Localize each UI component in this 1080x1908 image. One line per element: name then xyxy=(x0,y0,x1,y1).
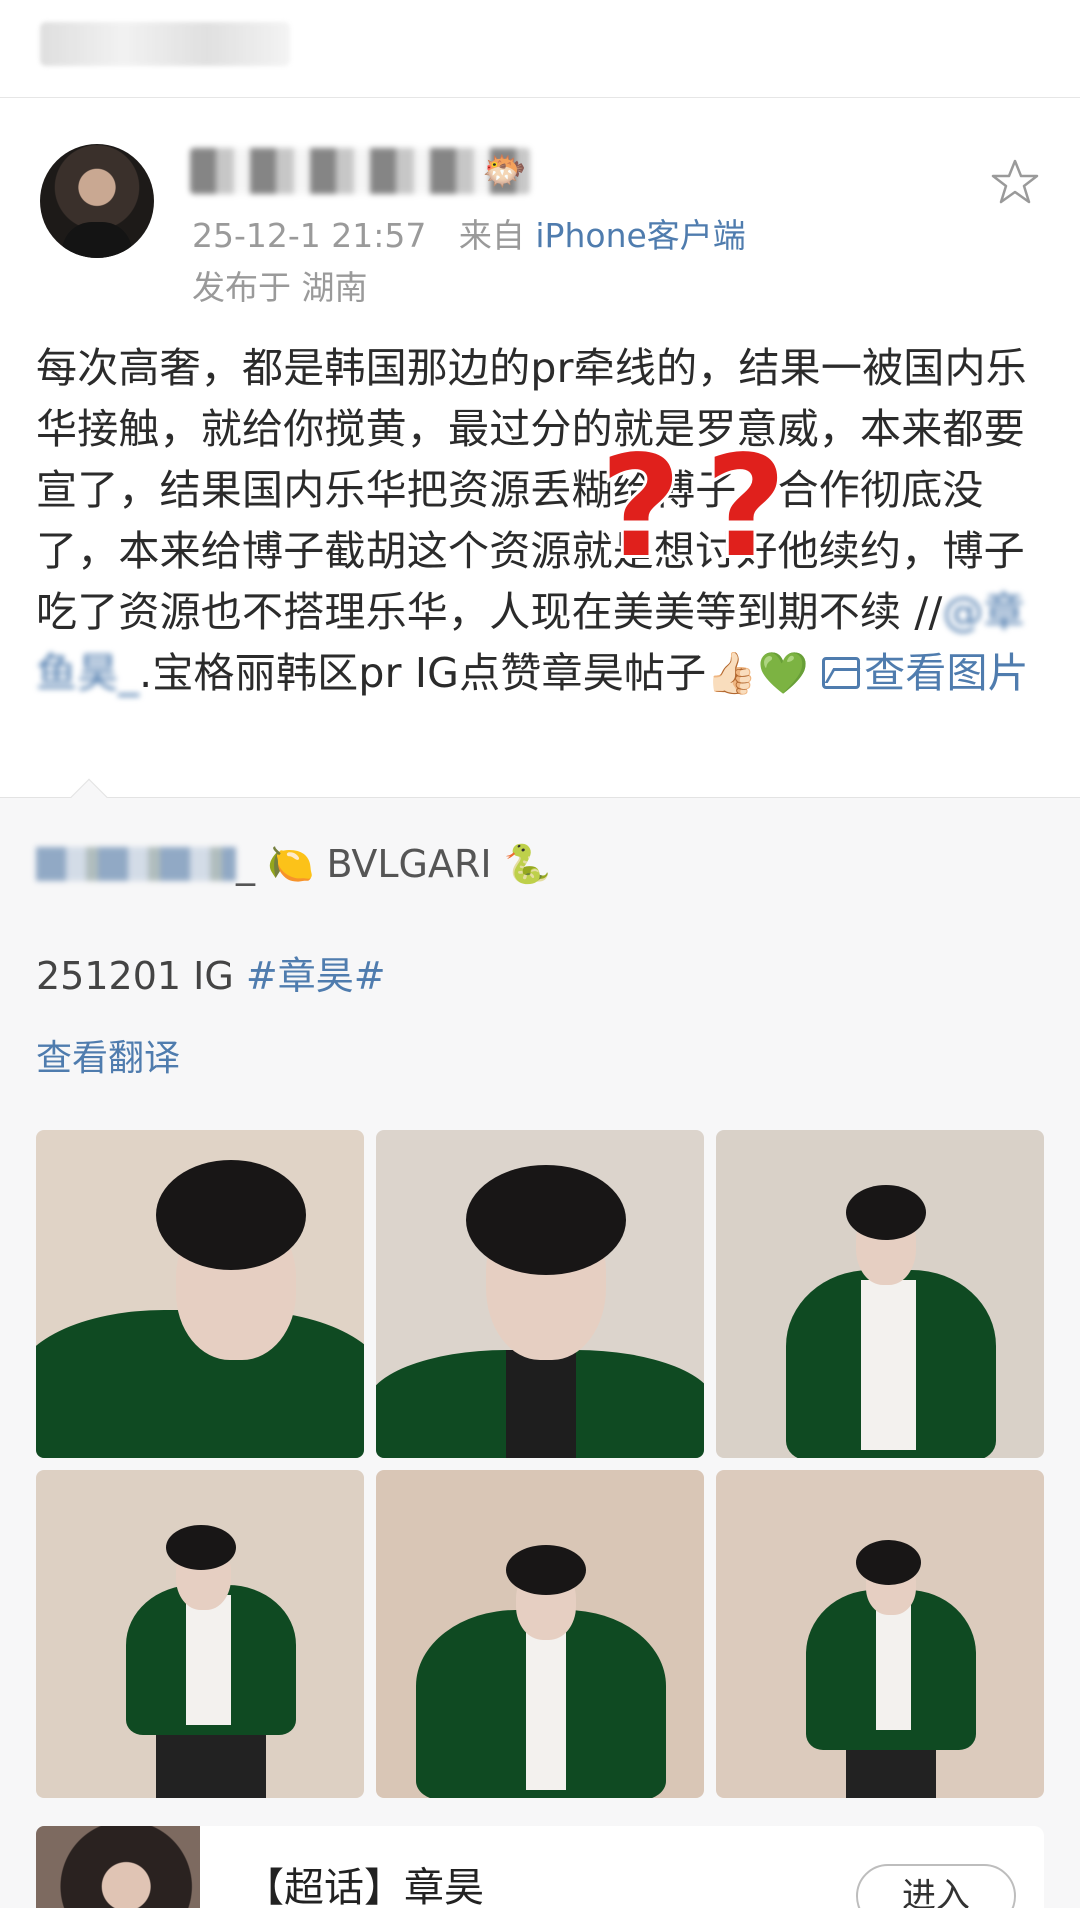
repost-user-text: 🍋 BVLGARI 🐍 xyxy=(267,842,551,886)
repost-user-suffix: _ xyxy=(236,842,255,886)
post-body-tail: .宝格丽韩区pr IG点赞章昊帖子👍🏻💚 xyxy=(139,649,809,697)
repost-username-blurred[interactable] xyxy=(36,847,236,881)
picture-icon xyxy=(822,657,861,689)
top-navigation-bar xyxy=(0,0,1080,98)
photo-1[interactable] xyxy=(36,1130,364,1458)
photo-5[interactable] xyxy=(376,1470,704,1798)
top-bar-title-blurred xyxy=(40,22,290,66)
repost-text: 251201 IG #章昊# xyxy=(36,950,386,1002)
photo-4[interactable] xyxy=(36,1470,364,1798)
avatar[interactable] xyxy=(40,144,154,258)
repost-user-line[interactable]: _ 🍋 BVLGARI 🐍 xyxy=(36,838,551,890)
translate-link[interactable]: 查看翻译 xyxy=(36,1034,180,1084)
star-icon[interactable] xyxy=(990,157,1040,207)
question-mark-icon: ? ? xyxy=(600,430,789,580)
enter-button[interactable]: 进入 xyxy=(856,1864,1016,1908)
svg-text:?: ? xyxy=(705,430,786,580)
view-image-link[interactable]: 查看图片 xyxy=(822,649,1029,697)
post-time: 25-12-1 21:57 xyxy=(192,216,427,255)
svg-text:?: ? xyxy=(600,430,681,580)
post-source-label: 来自 xyxy=(458,216,525,255)
post-client-link[interactable]: iPhone客户端 xyxy=(535,216,745,255)
super-topic-title: 【超话】章昊 xyxy=(244,1865,484,1908)
photo-6[interactable] xyxy=(716,1470,1044,1798)
post-body-main: 每次高奢，都是韩国那边的pr牵线的，结果一被国内乐华接触，就给你搅黄，最过分的就… xyxy=(36,344,1027,636)
post-meta: 25-12-1 21:57 来自 iPhone客户端 xyxy=(192,214,746,258)
hashtag-link[interactable]: #章昊# xyxy=(246,954,386,998)
view-image-label: 查看图片 xyxy=(864,649,1029,697)
user-badge-emoji: 🐡 xyxy=(482,151,527,192)
weibo-post-screen: 🐡 25-12-1 21:57 来自 iPhone客户端 发布于 湖南 每次高奢… xyxy=(0,0,1080,1908)
super-topic-thumbnail xyxy=(36,1826,200,1908)
photo-3[interactable] xyxy=(716,1130,1044,1458)
photo-2[interactable] xyxy=(376,1130,704,1458)
post-location: 发布于 湖南 xyxy=(192,268,368,307)
username-blurred[interactable] xyxy=(190,148,530,194)
post-body-text: 每次高奢，都是韩国那边的pr牵线的，结果一被国内乐华接触，就给你搅黄，最过分的就… xyxy=(36,338,1046,704)
repost-text-prefix: 251201 IG xyxy=(36,954,246,998)
